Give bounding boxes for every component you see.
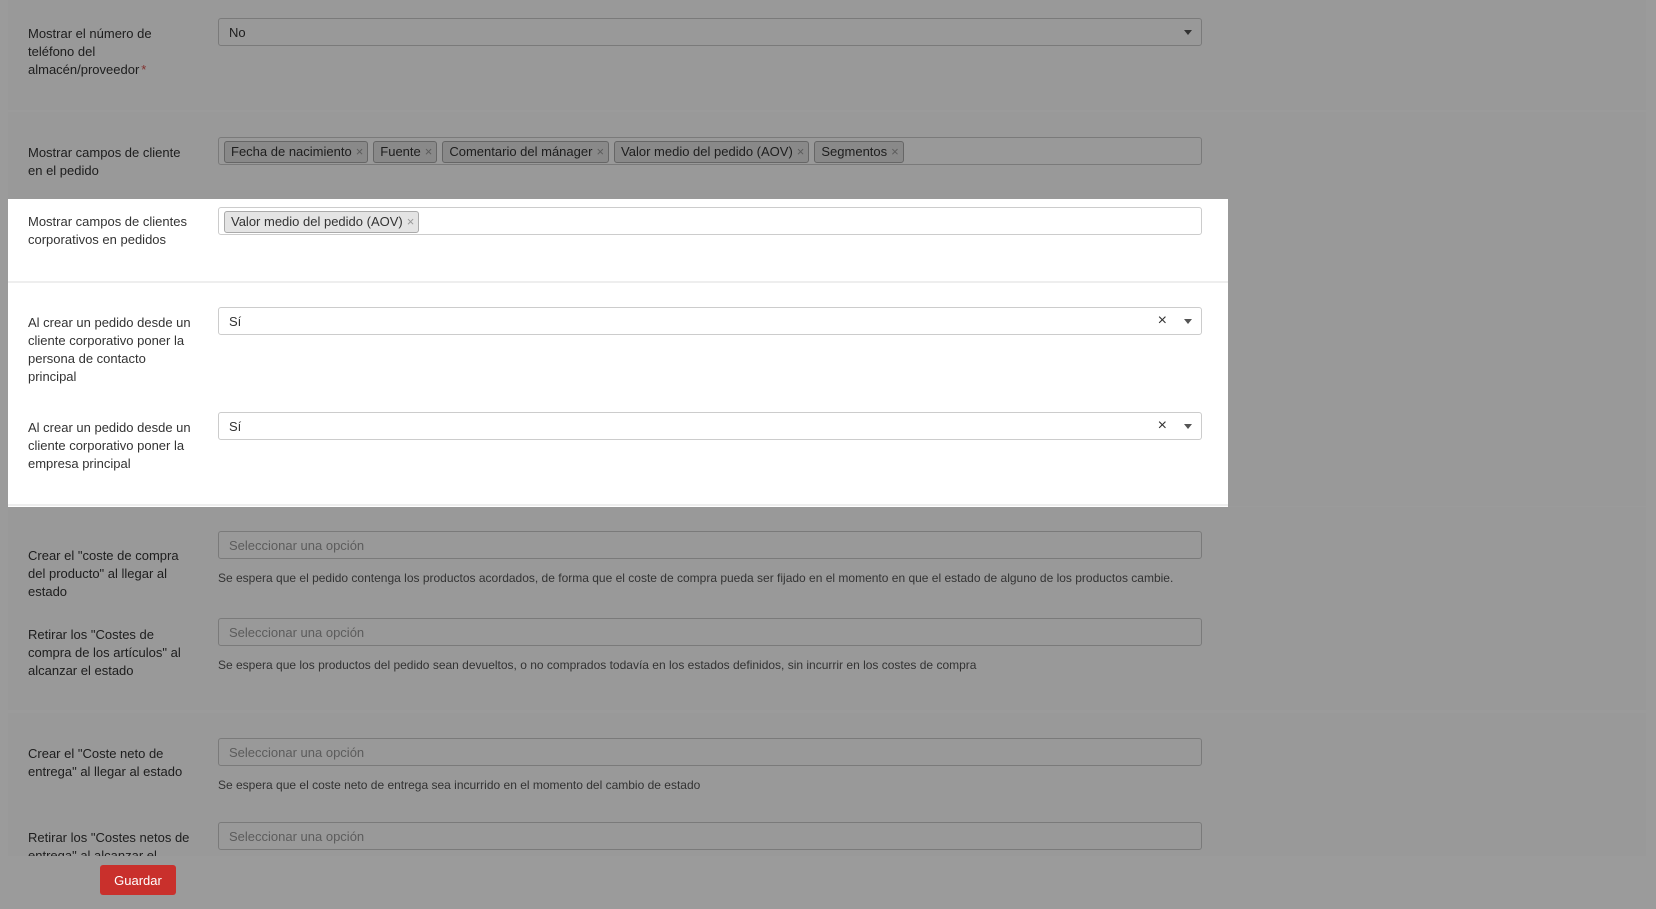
chevron-down-icon[interactable]: [1184, 424, 1192, 429]
overlay-dim: [8, 507, 1646, 520]
close-icon[interactable]: ×: [891, 142, 899, 162]
select-contact-person[interactable]: Sí ×: [218, 307, 1202, 335]
overlay-dim: [1228, 282, 1646, 506]
multiselect-customer-fields[interactable]: Fecha de nacimiento × Fuente × Comentario …: [218, 137, 1202, 165]
select-remove-delivery-cost[interactable]: Seleccionar una opción: [218, 822, 1202, 850]
select-main-company[interactable]: Sí ×: [218, 412, 1202, 440]
help-create-purchase-cost: Se espera que el pedido contenga los pro…: [218, 571, 1174, 585]
label-customer-fields: Mostrar campos de cliente en el pedido: [28, 145, 181, 178]
label-remove-purchase-cost: Retirar los "Costes de compra de los art…: [28, 627, 181, 678]
required-mark: *: [141, 62, 147, 77]
tag-source: Fuente ×: [373, 141, 438, 163]
close-icon[interactable]: ×: [797, 142, 805, 162]
tag-birthdate: Fecha de nacimiento ×: [224, 141, 369, 163]
label-remove-delivery-cost: Retirar los "Costes netos de entrega" al…: [28, 830, 190, 856]
card-purchase-costs: Crear el "coste de compra del producto" …: [8, 520, 1646, 710]
select-phone-value: No: [229, 25, 246, 40]
close-icon[interactable]: ×: [356, 142, 364, 162]
select-placeholder: Seleccionar una opción: [229, 745, 365, 760]
label-phone: Mostrar el número de teléfono del almacé…: [28, 26, 152, 77]
select-contact-value: Sí: [229, 314, 242, 329]
multiselect-corporate-fields[interactable]: Valor medio del pedido (AOV) ×: [218, 207, 1202, 235]
card-corporate-right: [1228, 282, 1646, 506]
card-phone: Mostrar el número de teléfono del almacé…: [8, 0, 1646, 110]
card-corporate-defaults: Al crear un pedido desde un cliente corp…: [8, 281, 1228, 520]
card-corporate-fields: Mostrar campos de clientes corporativos …: [8, 199, 1228, 281]
label-create-purchase-cost: Crear el "coste de compra del producto" …: [28, 548, 179, 599]
select-remove-purchase-cost[interactable]: Seleccionar una opción: [218, 618, 1202, 646]
select-placeholder: Seleccionar una opción: [229, 625, 365, 640]
chevron-down-icon[interactable]: [1184, 30, 1192, 35]
tag-list: Valor medio del pedido (AOV) ×: [224, 211, 420, 233]
label-corporate-fields: Mostrar campos de clientes corporativos …: [28, 214, 187, 247]
help-remove-purchase-cost: Se espera que los productos del pedido s…: [218, 658, 977, 672]
select-create-delivery-cost[interactable]: Seleccionar una opción: [218, 738, 1202, 766]
clear-icon[interactable]: ×: [1158, 312, 1167, 330]
close-icon[interactable]: ×: [425, 142, 433, 162]
select-phone[interactable]: No: [218, 18, 1202, 46]
tag-segments: Segmentos ×: [814, 141, 904, 163]
save-button[interactable]: Guardar: [100, 865, 176, 895]
tag-list: Fecha de nacimiento × Fuente × Comentario …: [224, 141, 904, 163]
label-contact-person: Al crear un pedido desde un cliente corp…: [28, 315, 191, 384]
select-placeholder: Seleccionar una opción: [229, 538, 365, 553]
tag-aov: Valor medio del pedido (AOV) ×: [224, 211, 420, 233]
divider: [8, 281, 1228, 283]
chevron-down-icon[interactable]: [1184, 319, 1192, 324]
label-create-delivery-cost: Crear el "Coste neto de entrega" al lleg…: [28, 746, 183, 779]
settings-form: Mostrar el número de teléfono del almacé…: [0, 0, 1656, 856]
select-company-value: Sí: [229, 419, 242, 434]
tag-manager-comment: Comentario del mánager ×: [442, 141, 610, 163]
card-delivery-costs: Crear el "Coste neto de entrega" al lleg…: [8, 713, 1646, 856]
select-placeholder: Seleccionar una opción: [229, 829, 365, 844]
label-main-company: Al crear un pedido desde un cliente corp…: [28, 420, 191, 471]
close-icon[interactable]: ×: [596, 142, 604, 162]
tag-aov: Valor medio del pedido (AOV) ×: [614, 141, 810, 163]
footer-bar: Guardar: [0, 856, 1656, 909]
clear-icon[interactable]: ×: [1158, 417, 1167, 435]
select-create-purchase-cost[interactable]: Seleccionar una opción: [218, 531, 1202, 559]
card-gap: [8, 507, 1646, 520]
help-create-delivery-cost: Se espera que el coste neto de entrega s…: [218, 778, 701, 792]
close-icon[interactable]: ×: [407, 212, 415, 232]
divider: [8, 504, 1228, 506]
overlay-dim: [8, 0, 1646, 110]
